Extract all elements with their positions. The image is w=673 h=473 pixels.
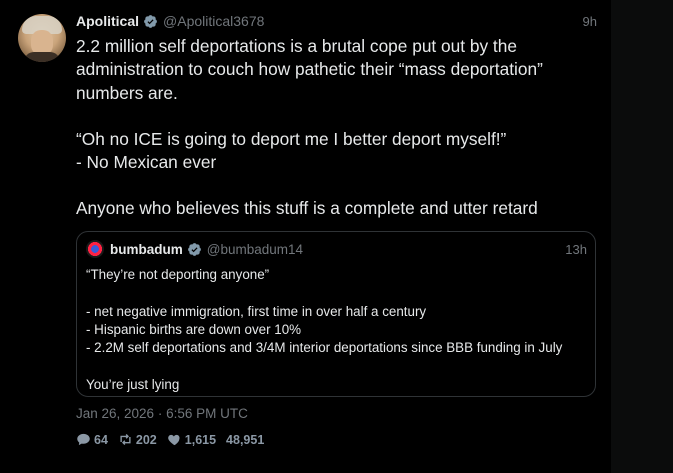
author-name[interactable]: Apolitical bbox=[76, 13, 139, 29]
like-stat[interactable]: 1,615 bbox=[167, 432, 216, 447]
quoted-author-avatar bbox=[86, 240, 104, 258]
quoted-tweet-header: bumbadum @bumbadum14 13h bbox=[86, 240, 587, 258]
tweet-stats: 64 202 1,615 48,951 bbox=[76, 432, 274, 447]
view-stat[interactable]: 48,951 bbox=[226, 433, 264, 447]
reply-icon bbox=[77, 433, 90, 446]
quoted-author-name: bumbadum bbox=[110, 241, 183, 257]
like-count: 1,615 bbox=[184, 432, 217, 447]
reply-stat[interactable]: 64 bbox=[76, 432, 108, 447]
tweet-paragraph: - No Mexican ever bbox=[76, 152, 217, 173]
view-count: 48,951 bbox=[226, 432, 265, 447]
quoted-line: - net negative immigration, first time i… bbox=[86, 303, 427, 319]
tweet-header: Apolitical @Apolitical3678 9h bbox=[76, 12, 597, 30]
author-handle[interactable]: @Apolitical3678 bbox=[163, 13, 264, 29]
reply-count: 64 bbox=[94, 432, 108, 447]
quoted-line: You’re just lying bbox=[86, 376, 180, 392]
quoted-line: - 2.2M self deportations and 3/4M interi… bbox=[86, 340, 563, 356]
avatar-collar bbox=[24, 52, 60, 62]
verified-badge-icon bbox=[144, 14, 157, 28]
retweet-stat[interactable]: 202 bbox=[118, 432, 157, 447]
tweet-time[interactable]: 9h bbox=[583, 14, 597, 29]
verified-badge-icon bbox=[187, 242, 201, 256]
tweet-paragraph: “Oh no ICE is going to deport me I bette… bbox=[76, 128, 507, 149]
author-avatar[interactable] bbox=[18, 14, 66, 62]
tweet-card: Apolitical @Apolitical3678 9h 2.2 millio… bbox=[0, 0, 611, 473]
heart-icon bbox=[167, 434, 180, 446]
quoted-line: “They’re not deporting anyone” bbox=[86, 267, 270, 282]
tweet-paragraph: 2.2 million self deportations is a bruta… bbox=[76, 36, 543, 103]
quoted-tweet[interactable]: bumbadum @bumbadum14 13h “They’re not de… bbox=[76, 231, 596, 397]
tweet-paragraph: Anyone who believes this stuff is a comp… bbox=[76, 198, 538, 219]
quoted-author-handle: @bumbadum14 bbox=[206, 241, 304, 257]
quoted-tweet-text: “They’re not deporting anyone” - net neg… bbox=[86, 266, 591, 394]
tweet-text: 2.2 million self deportations is a bruta… bbox=[76, 35, 596, 221]
tweet-date[interactable]: Jan 26, 2026 · 6:56 PM UTC bbox=[76, 406, 248, 421]
quoted-line: - Hispanic births are down over 10% bbox=[86, 321, 302, 337]
retweet-count: 202 bbox=[135, 432, 157, 447]
retweet-icon bbox=[120, 434, 131, 445]
quoted-tweet-time: 13h bbox=[565, 241, 587, 257]
